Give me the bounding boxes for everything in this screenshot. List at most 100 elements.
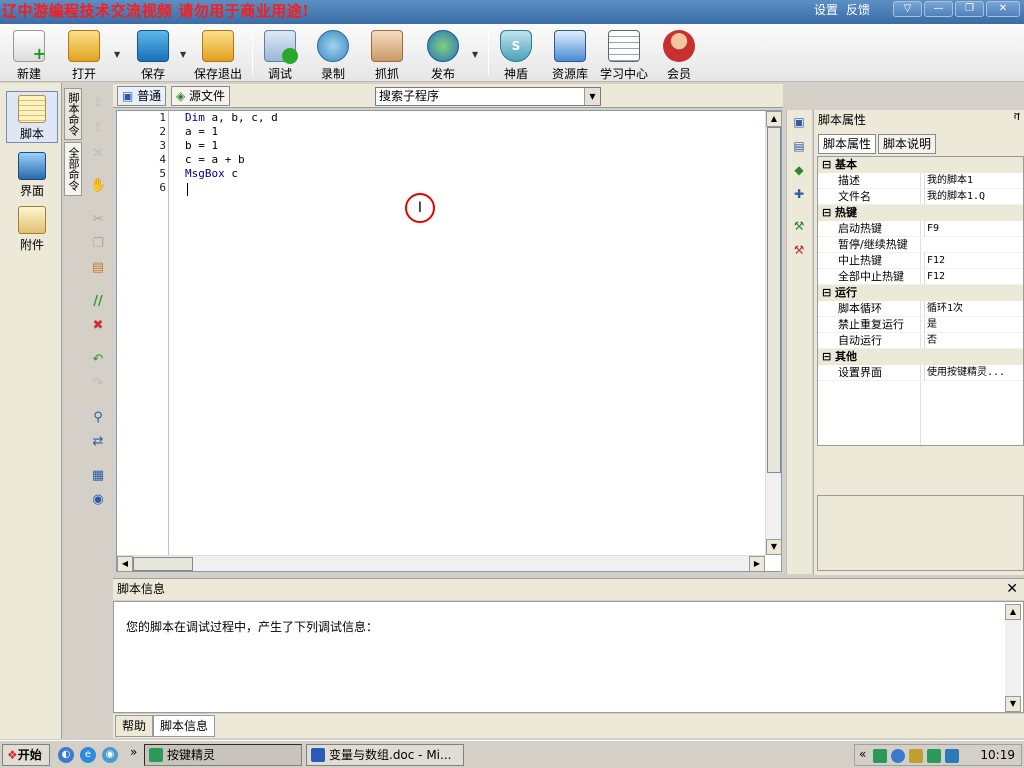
tab-all-commands[interactable]: 全部命令 <box>64 142 82 196</box>
scroll-thumb[interactable] <box>767 127 781 473</box>
task-button-word[interactable]: 变量与数组.doc - Mi... <box>306 744 464 766</box>
find-icon[interactable]: ⚲ <box>90 410 106 426</box>
tray-network-icon[interactable] <box>891 749 905 763</box>
plugin-icon[interactable]: ◆ <box>791 162 807 178</box>
tab-script-commands[interactable]: 脚本命令 <box>64 88 82 140</box>
collapse-icon[interactable]: ⊟ <box>822 286 835 299</box>
sidebar-item-script[interactable]: 脚本 <box>6 91 58 143</box>
save-exit-button[interactable]: 保存退出 <box>192 28 244 81</box>
scroll-down-icon[interactable]: ▼ <box>1005 696 1021 712</box>
delete-icon[interactable]: ✕ <box>90 146 106 162</box>
ie-browser-icon[interactable]: e <box>80 747 96 763</box>
vertical-scrollbar[interactable]: ▲ ▼ <box>765 111 782 555</box>
task-button-anjian[interactable]: 按键精灵 <box>144 744 302 766</box>
category-run[interactable]: ⊟ 运行 <box>818 285 1023 301</box>
pin-icon[interactable]: ቫ <box>1014 112 1020 123</box>
scroll-right-icon[interactable]: ▶ <box>749 556 765 572</box>
start-button[interactable]: ❖开始 <box>2 744 50 766</box>
category-hotkey[interactable]: ⊟ 热键 <box>818 205 1023 221</box>
add-tool-icon[interactable]: ⚒ <box>791 218 807 234</box>
script-properties-icon[interactable]: ▣ <box>791 114 807 130</box>
subroutine-search-select[interactable]: 搜索子程序 ▼ <box>375 87 601 106</box>
property-row[interactable]: 禁止重复运行是 <box>818 317 1023 333</box>
puzzle-icon[interactable]: ✚ <box>791 186 807 202</box>
remove-tool-icon[interactable]: ⚒ <box>791 242 807 258</box>
redo-icon[interactable]: ↷ <box>90 376 106 392</box>
property-row[interactable]: 全部中止热键 F12 <box>818 269 1023 285</box>
tray-chevron-icon[interactable]: « <box>859 747 866 761</box>
system-clock[interactable]: 10:19 <box>980 745 1015 765</box>
property-row[interactable]: 脚本循环 循环1次 <box>818 301 1023 317</box>
learning-center-button[interactable]: 学习中心 <box>598 28 650 81</box>
property-row[interactable]: 文件名 我的脚本1.Q <box>818 189 1023 205</box>
category-other[interactable]: ⊟ 其他 <box>818 349 1023 365</box>
vertical-scrollbar[interactable]: ▲ ▼ <box>1005 604 1021 712</box>
sidebar-item-ui[interactable]: 界面 <box>6 149 58 201</box>
property-row[interactable]: 暂停/继续热键 <box>818 237 1023 253</box>
tab-script-description[interactable]: 脚本说明 <box>878 134 937 154</box>
move-up-icon[interactable]: ⇧ <box>90 120 106 136</box>
property-row[interactable]: 自动运行否 <box>818 333 1023 349</box>
comment-icon[interactable]: // <box>90 294 106 310</box>
tray-volume-icon[interactable] <box>909 749 923 763</box>
scroll-left-icon[interactable]: ◀ <box>117 556 133 572</box>
copy-icon[interactable]: ❐ <box>90 236 106 252</box>
media-icon[interactable]: ◉ <box>102 747 118 763</box>
view-icon[interactable]: ◉ <box>90 492 106 508</box>
save-button[interactable]: 保存 <box>134 28 172 81</box>
collapse-icon[interactable]: ⊟ <box>822 158 835 171</box>
tab-script-info[interactable]: 脚本信息 <box>153 715 216 737</box>
publish-button[interactable]: 发布 <box>424 28 462 81</box>
close-button[interactable]: ✕ <box>986 1 1020 17</box>
publish-dropdown-icon[interactable]: ▼ <box>472 50 478 59</box>
feedback-link[interactable]: 反馈 <box>846 0 870 22</box>
record-button[interactable]: 录制 <box>314 28 352 81</box>
menu-dropdown-button[interactable]: ▽ <box>893 1 922 17</box>
property-row[interactable]: 中止热键 F12 <box>818 253 1023 269</box>
shield-button[interactable]: S 神盾 <box>498 28 534 81</box>
undo-icon[interactable]: ↶ <box>90 352 106 368</box>
scroll-down-icon[interactable]: ▼ <box>766 539 782 555</box>
resource-library-button[interactable]: 资源库 <box>548 28 592 81</box>
hand-icon[interactable]: ✋ <box>90 178 106 194</box>
settings-link[interactable]: 设置 <box>814 0 838 22</box>
properties-icon[interactable]: ▦ <box>90 468 106 484</box>
open-dropdown-icon[interactable]: ▼ <box>114 50 120 59</box>
tray-app-icon[interactable] <box>945 749 959 763</box>
property-row[interactable]: 描述 我的脚本1 <box>818 173 1023 189</box>
minimize-button[interactable]: — <box>924 1 953 17</box>
collapse-icon[interactable]: ⊟ <box>822 350 835 363</box>
desktop-icon[interactable]: ◐ <box>58 747 74 763</box>
property-row[interactable]: 设置界面 使用按键精灵... <box>818 365 1023 381</box>
replace-icon[interactable]: ⇄ <box>90 434 106 450</box>
tab-source[interactable]: ◈ 源文件 <box>171 86 231 106</box>
move-down-icon[interactable]: ⇩ <box>90 96 106 112</box>
cut-icon[interactable]: ✂ <box>90 212 106 228</box>
restore-button[interactable]: ❐ <box>955 1 984 17</box>
open-button[interactable]: 打开 <box>62 28 106 81</box>
paste-icon[interactable]: ▤ <box>90 260 106 276</box>
capture-button[interactable]: 抓抓 <box>368 28 406 81</box>
tab-script-properties[interactable]: 脚本属性 <box>818 134 877 154</box>
scroll-up-icon[interactable]: ▲ <box>766 111 782 127</box>
new-button[interactable]: + 新建 <box>10 28 48 81</box>
save-dropdown-icon[interactable]: ▼ <box>180 50 186 59</box>
category-basic[interactable]: ⊟ 基本 <box>818 157 1023 173</box>
sidebar-item-attachments[interactable]: 附件 <box>6 203 58 255</box>
document-icon[interactable]: ▤ <box>791 138 807 154</box>
collapse-icon[interactable]: ⊟ <box>822 206 835 219</box>
uncomment-icon[interactable]: ✖ <box>90 318 106 334</box>
tab-normal[interactable]: ▣ 普通 <box>117 86 167 106</box>
member-button[interactable]: 会员 <box>660 28 698 81</box>
scroll-up-icon[interactable]: ▲ <box>1005 604 1021 620</box>
tray-app-icon[interactable] <box>873 749 887 763</box>
tray-app-icon[interactable] <box>927 749 941 763</box>
quicklaunch-chevron-icon[interactable]: » <box>130 745 137 759</box>
chevron-down-icon[interactable]: ▼ <box>584 88 600 105</box>
close-icon[interactable]: ✕ <box>1006 579 1018 599</box>
horizontal-scrollbar[interactable]: ◀ ▶ <box>117 555 765 572</box>
property-row[interactable]: 启动热键 F9 <box>818 221 1023 237</box>
debug-button[interactable]: 调试 <box>262 28 298 81</box>
scroll-thumb[interactable] <box>133 557 193 571</box>
code-editor[interactable]: 1 2 3 4 5 6 Dim a, b, c, d a = 1 b = 1 c… <box>116 110 782 572</box>
